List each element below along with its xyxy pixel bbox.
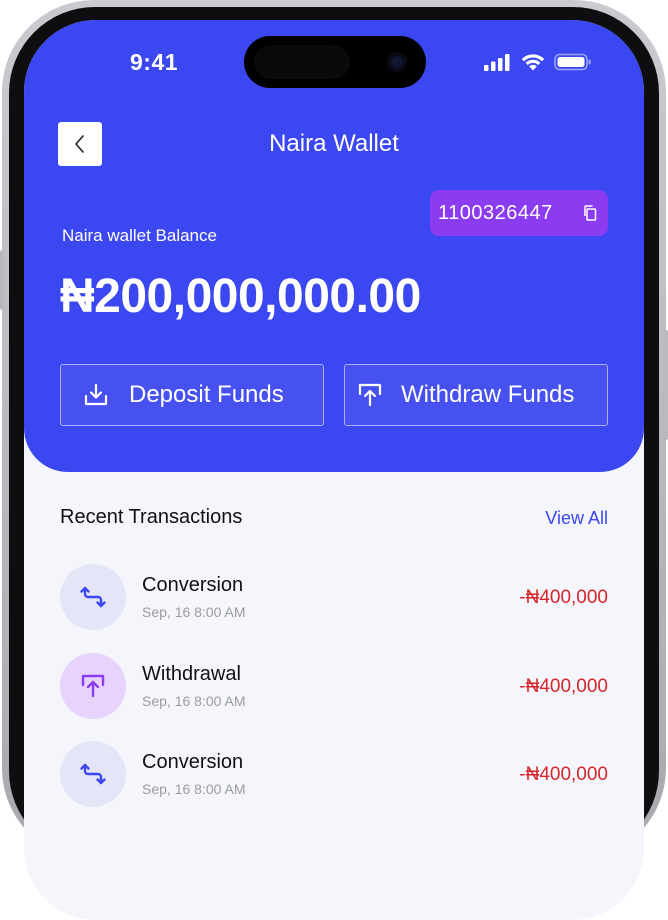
transaction-avatar [60, 653, 126, 719]
transaction-type: Conversion [142, 574, 244, 596]
transaction-date: Sep, 16 8:00 AM [142, 693, 246, 709]
phone-frame: 9:41 Naira Wallet 1100326447 Naira walle… [0, 0, 668, 920]
island-sensor [254, 45, 350, 79]
transaction-amount: -₦400,000 [519, 676, 608, 697]
transaction-row[interactable]: Withdrawal Sep, 16 8:00 AM -₦400,000 [60, 653, 608, 721]
upload-icon [358, 383, 382, 407]
dynamic-island [244, 36, 426, 88]
front-camera [387, 52, 407, 72]
signal-icon [484, 54, 510, 71]
deposit-funds-label: Deposit Funds [129, 381, 284, 408]
copy-icon[interactable] [582, 204, 598, 222]
battery-icon [554, 53, 591, 71]
transaction-avatar [60, 741, 126, 807]
power-button [664, 330, 668, 440]
transaction-date: Sep, 16 8:00 AM [142, 604, 246, 620]
balance-label: Naira wallet Balance [62, 226, 217, 245]
conversion-icon [80, 763, 106, 785]
transaction-date: Sep, 16 8:00 AM [142, 781, 246, 797]
withdraw-icon [81, 674, 105, 698]
volume-button [0, 250, 4, 310]
withdraw-funds-button[interactable]: Withdraw Funds [344, 364, 608, 426]
view-all-link[interactable]: View All [545, 508, 608, 529]
transaction-type: Withdrawal [142, 663, 241, 685]
withdraw-funds-label: Withdraw Funds [401, 381, 575, 408]
transaction-avatar [60, 564, 126, 630]
page-title: Naira Wallet [269, 130, 399, 157]
status-time: 9:41 [130, 49, 179, 75]
wallet-header: 9:41 Naira Wallet 1100326447 Naira walle… [24, 20, 644, 472]
transaction-row[interactable]: Conversion Sep, 16 8:00 AM -₦400,000 [60, 564, 608, 632]
wifi-icon [521, 54, 545, 71]
account-number: 1100326447 [438, 201, 553, 224]
deposit-funds-button[interactable]: Deposit Funds [60, 364, 324, 426]
transaction-amount: -₦400,000 [519, 764, 608, 785]
account-number-badge[interactable]: 1100326447 [430, 190, 608, 236]
app-screen: 9:41 Naira Wallet 1100326447 Naira walle… [24, 20, 644, 920]
download-icon [84, 383, 108, 406]
balance-amount: ₦200,000,000.00 [60, 270, 421, 323]
status-bar: 9:41 [24, 20, 644, 100]
transaction-row[interactable]: Conversion Sep, 16 8:00 AM -₦400,000 [60, 741, 608, 809]
recent-transactions-title: Recent Transactions [60, 506, 243, 528]
transaction-amount: -₦400,000 [519, 587, 608, 608]
status-icons [484, 53, 592, 71]
conversion-icon [80, 586, 106, 608]
transaction-type: Conversion [142, 751, 244, 773]
